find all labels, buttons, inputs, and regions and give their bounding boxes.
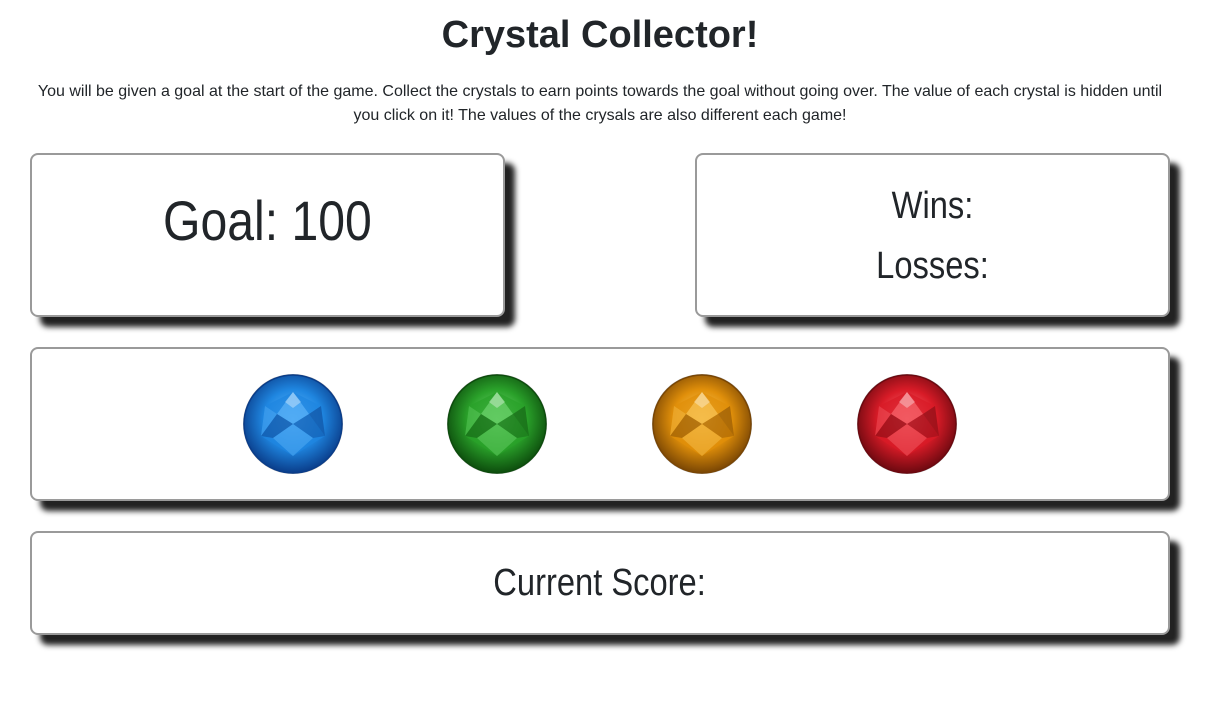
goal-label: Goal: 100 xyxy=(163,188,372,252)
orange-crystal-icon xyxy=(652,374,752,474)
goal-panel: Goal: 100 xyxy=(30,153,505,317)
crystal-panel xyxy=(30,347,1170,501)
red-crystal-button[interactable] xyxy=(857,374,957,474)
current-score-label: Current Score: xyxy=(493,561,707,604)
game-instructions: You will be given a goal at the start of… xyxy=(37,83,1163,124)
record-panel: Wins: Losses: xyxy=(695,153,1170,317)
score-panel: Current Score: xyxy=(30,531,1170,635)
blue-crystal-icon xyxy=(243,374,343,474)
blue-crystal-button[interactable] xyxy=(243,374,343,474)
green-crystal-button[interactable] xyxy=(447,374,547,474)
page-title: Crystal Collector! xyxy=(441,14,759,56)
orange-crystal-button[interactable] xyxy=(652,374,752,474)
green-crystal-icon xyxy=(447,374,547,474)
red-crystal-icon xyxy=(857,374,957,474)
wins-label: Wins: xyxy=(891,185,974,227)
losses-label: Losses: xyxy=(876,245,989,287)
